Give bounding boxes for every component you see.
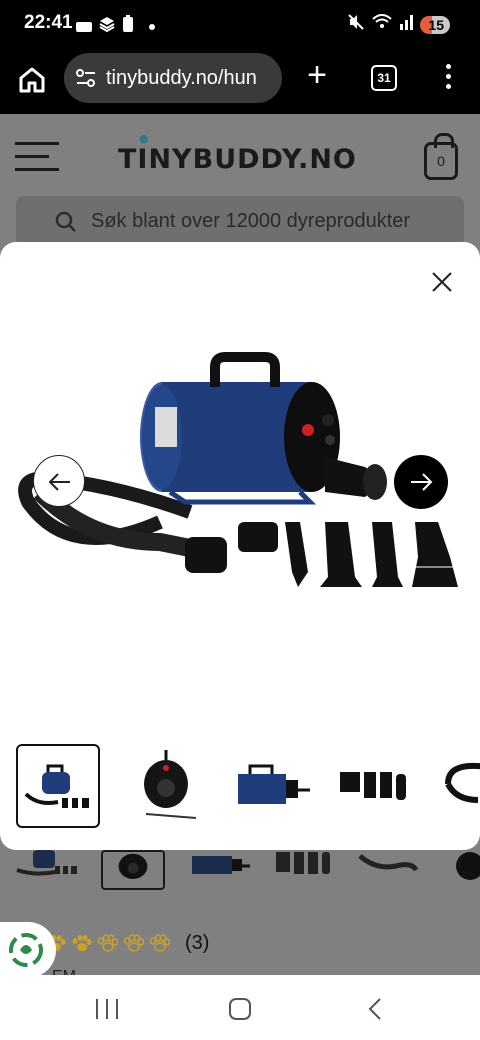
recent-apps-button[interactable]: [96, 999, 118, 1019]
paw-star-empty-icon: [123, 933, 145, 952]
browser-toolbar: tinybuddy.no/hun + 31: [0, 48, 480, 114]
thumbnail-strip[interactable]: [0, 742, 480, 832]
clock: 22:41: [24, 12, 73, 33]
notification-icon: [76, 21, 92, 32]
next-image-button[interactable]: [394, 455, 448, 509]
home-button[interactable]: [16, 64, 48, 96]
product-rating[interactable]: (3): [45, 932, 209, 955]
address-bar[interactable]: tinybuddy.no/hun: [64, 53, 282, 103]
search-bar[interactable]: Søk blant over 12000 dyreprodukter: [16, 196, 464, 248]
search-icon: [55, 211, 76, 232]
hamburger-menu-icon[interactable]: [15, 142, 59, 172]
system-navigation-bar: [0, 975, 480, 1040]
site-header: TINYBUDDY.NO ● 0 Søk blant over 12000 dy…: [0, 114, 480, 248]
page-thumbnail-extra[interactable]: [448, 850, 480, 890]
mute-icon: [347, 13, 365, 36]
url-text: tinybuddy.no/hun: [106, 67, 257, 89]
page-thumbnail-hose[interactable]: [356, 850, 420, 890]
paw-star-empty-icon: [149, 933, 171, 952]
cart-button[interactable]: 0: [424, 133, 458, 180]
browser-menu-button[interactable]: [444, 64, 452, 90]
paw-logo-icon: ●: [139, 132, 150, 145]
paw-star-filled-icon: [72, 934, 92, 951]
search-placeholder: Søk blant over 12000 dyreprodukter: [91, 210, 411, 232]
wifi-icon: [372, 14, 393, 35]
new-tab-button[interactable]: +: [302, 58, 332, 92]
thumb-dryer-back-image: [144, 750, 197, 819]
back-chevron-icon: [368, 998, 381, 1020]
thumb-nozzles-image: [340, 772, 406, 800]
dot-icon: [149, 23, 155, 30]
tab-switcher-button[interactable]: 31: [371, 65, 397, 91]
battery-saver-icon: [122, 15, 134, 38]
thumb-hose-image: [445, 762, 480, 803]
page-thumbnail-dryer-side[interactable]: [188, 850, 252, 890]
site-logo[interactable]: TINYBUDDY.NO ●: [118, 132, 357, 175]
thumbnail-dryer-side[interactable]: [232, 744, 316, 828]
back-button[interactable]: [366, 997, 384, 1021]
signal-icon: [399, 14, 415, 35]
recycle-leaf-icon: [9, 933, 43, 967]
page-thumbnail-dryer-back[interactable]: [101, 850, 165, 890]
site-settings-icon[interactable]: [76, 69, 96, 87]
thumb-dryer-front-image: [24, 764, 89, 808]
eco-badge-button[interactable]: [0, 922, 56, 978]
layers-icon: [99, 16, 115, 37]
thumbnail-dryer-back[interactable]: [126, 744, 210, 828]
page-thumbnail-nozzles[interactable]: [272, 850, 336, 890]
home-nav-button[interactable]: [229, 998, 251, 1020]
paw-star-empty-icon: [97, 933, 119, 952]
rating-paws: [45, 933, 171, 954]
thumbnail-hose[interactable]: [438, 744, 480, 828]
status-bar: 22:41 15: [0, 0, 480, 48]
home-icon: [19, 67, 45, 93]
arrow-left-icon: [48, 473, 70, 491]
thumb-dryer-side-image: [238, 764, 310, 804]
close-button[interactable]: [430, 270, 454, 294]
arrow-right-icon: [411, 473, 433, 491]
previous-image-button[interactable]: [33, 455, 85, 507]
review-count: (3): [185, 932, 210, 954]
product-page-below: (3) EM: [0, 850, 480, 975]
thumbnail-dryer-front[interactable]: [16, 744, 100, 828]
cart-count: 0: [437, 153, 445, 169]
close-icon: [432, 272, 452, 292]
page-thumbnail-dryer-front[interactable]: [15, 850, 81, 890]
battery-indicator: 15: [420, 15, 450, 34]
image-gallery-modal: [0, 242, 480, 850]
thumbnail-nozzle-attachments[interactable]: [336, 744, 420, 828]
